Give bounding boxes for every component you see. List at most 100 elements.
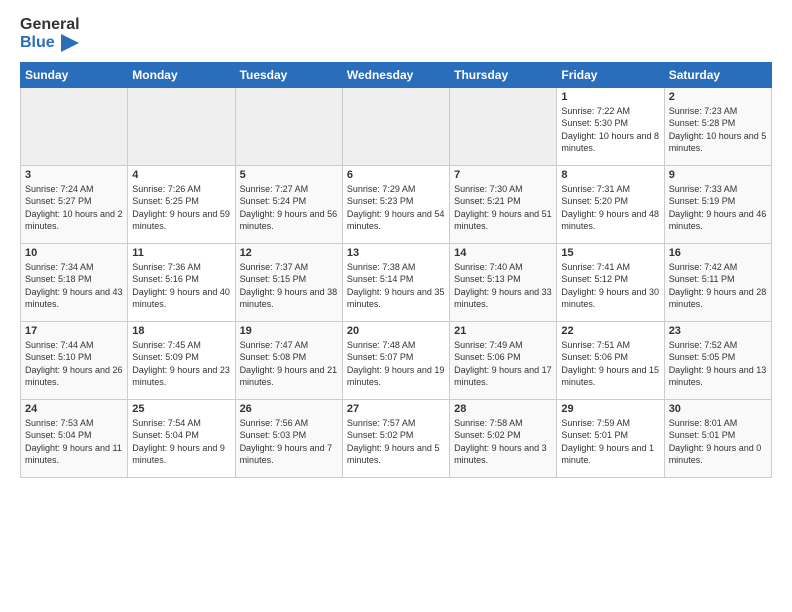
day-number: 19 [240,325,338,337]
logo-container: General Blue [20,16,80,52]
weekday-header-sunday: Sunday [21,62,128,87]
day-info: Sunrise: 8:01 AM Sunset: 5:01 PM Dayligh… [669,417,767,467]
calendar-page: General Blue SundayMondayTuesdayWednesda… [0,0,792,488]
calendar-cell: 20 Sunrise: 7:48 AM Sunset: 5:07 PM Dayli… [342,321,449,399]
day-info: Sunrise: 7:24 AM Sunset: 5:27 PM Dayligh… [25,183,123,233]
weekday-header-tuesday: Tuesday [235,62,342,87]
week-row-3: 10 Sunrise: 7:34 AM Sunset: 5:18 PM Dayli… [21,243,772,321]
calendar-cell: 2 Sunrise: 7:23 AM Sunset: 5:28 PM Daylig… [664,87,771,165]
day-info: Sunrise: 7:48 AM Sunset: 5:07 PM Dayligh… [347,339,445,389]
week-row-2: 3 Sunrise: 7:24 AM Sunset: 5:27 PM Daylig… [21,165,772,243]
header: General Blue [20,16,772,52]
day-number: 14 [454,247,552,259]
calendar-cell: 22 Sunrise: 7:51 AM Sunset: 5:06 PM Dayli… [557,321,664,399]
day-number: 11 [132,247,230,259]
day-number: 9 [669,169,767,181]
day-info: Sunrise: 7:58 AM Sunset: 5:02 PM Dayligh… [454,417,552,467]
day-number: 13 [347,247,445,259]
day-info: Sunrise: 7:26 AM Sunset: 5:25 PM Dayligh… [132,183,230,233]
day-info: Sunrise: 7:45 AM Sunset: 5:09 PM Dayligh… [132,339,230,389]
calendar-cell [342,87,449,165]
week-row-4: 17Sunrise: 7:44 AM Sunset: 5:10 PM Dayli… [21,321,772,399]
calendar-cell: 17Sunrise: 7:44 AM Sunset: 5:10 PM Dayli… [21,321,128,399]
day-number: 25 [132,403,230,415]
calendar-cell: 19 Sunrise: 7:47 AM Sunset: 5:08 PM Dayli… [235,321,342,399]
weekday-header-friday: Friday [557,62,664,87]
calendar-cell [128,87,235,165]
calendar-cell: 23 Sunrise: 7:52 AM Sunset: 5:05 PM Dayli… [664,321,771,399]
calendar-cell: 8Sunrise: 7:31 AM Sunset: 5:20 PM Daylig… [557,165,664,243]
day-info: Sunrise: 7:37 AM Sunset: 5:15 PM Dayligh… [240,261,338,311]
day-number: 21 [454,325,552,337]
calendar-cell: 30Sunrise: 8:01 AM Sunset: 5:01 PM Dayli… [664,399,771,477]
day-info: Sunrise: 7:52 AM Sunset: 5:05 PM Dayligh… [669,339,767,389]
day-number: 27 [347,403,445,415]
day-info: Sunrise: 7:27 AM Sunset: 5:24 PM Dayligh… [240,183,338,233]
day-info: Sunrise: 7:47 AM Sunset: 5:08 PM Dayligh… [240,339,338,389]
day-info: Sunrise: 7:42 AM Sunset: 5:11 PM Dayligh… [669,261,767,311]
day-number: 6 [347,169,445,181]
day-number: 23 [669,325,767,337]
logo-triangle-icon [61,34,79,52]
day-info: Sunrise: 7:31 AM Sunset: 5:20 PM Dayligh… [561,183,659,233]
day-number: 5 [240,169,338,181]
logo: General Blue [20,16,80,52]
calendar-cell: 27Sunrise: 7:57 AM Sunset: 5:02 PM Dayli… [342,399,449,477]
day-number: 4 [132,169,230,181]
calendar-cell: 4 Sunrise: 7:26 AM Sunset: 5:25 PM Daylig… [128,165,235,243]
calendar-cell: 28 Sunrise: 7:58 AM Sunset: 5:02 PM Dayli… [450,399,557,477]
calendar-table: SundayMondayTuesdayWednesdayThursdayFrid… [20,62,772,478]
day-info: Sunrise: 7:36 AM Sunset: 5:16 PM Dayligh… [132,261,230,311]
day-info: Sunrise: 7:29 AM Sunset: 5:23 PM Dayligh… [347,183,445,233]
calendar-cell: 15Sunrise: 7:41 AM Sunset: 5:12 PM Dayli… [557,243,664,321]
weekday-header-monday: Monday [128,62,235,87]
day-info: Sunrise: 7:22 AM Sunset: 5:30 PM Dayligh… [561,105,659,155]
calendar-cell: 10 Sunrise: 7:34 AM Sunset: 5:18 PM Dayli… [21,243,128,321]
calendar-cell: 18 Sunrise: 7:45 AM Sunset: 5:09 PM Dayli… [128,321,235,399]
day-info: Sunrise: 7:41 AM Sunset: 5:12 PM Dayligh… [561,261,659,311]
calendar-cell: 5 Sunrise: 7:27 AM Sunset: 5:24 PM Daylig… [235,165,342,243]
calendar-cell: 25Sunrise: 7:54 AM Sunset: 5:04 PM Dayli… [128,399,235,477]
day-number: 26 [240,403,338,415]
day-info: Sunrise: 7:34 AM Sunset: 5:18 PM Dayligh… [25,261,123,311]
day-info: Sunrise: 7:56 AM Sunset: 5:03 PM Dayligh… [240,417,338,467]
weekday-header-saturday: Saturday [664,62,771,87]
weekday-header-thursday: Thursday [450,62,557,87]
calendar-cell: 26 Sunrise: 7:56 AM Sunset: 5:03 PM Dayli… [235,399,342,477]
day-number: 20 [347,325,445,337]
day-number: 10 [25,247,123,259]
day-info: Sunrise: 7:51 AM Sunset: 5:06 PM Dayligh… [561,339,659,389]
calendar-cell: 24 Sunrise: 7:53 AM Sunset: 5:04 PM Dayli… [21,399,128,477]
day-info: Sunrise: 7:53 AM Sunset: 5:04 PM Dayligh… [25,417,123,467]
calendar-cell: 29Sunrise: 7:59 AM Sunset: 5:01 PM Dayli… [557,399,664,477]
day-info: Sunrise: 7:23 AM Sunset: 5:28 PM Dayligh… [669,105,767,155]
day-number: 12 [240,247,338,259]
day-number: 24 [25,403,123,415]
calendar-cell: 21 Sunrise: 7:49 AM Sunset: 5:06 PM Dayli… [450,321,557,399]
calendar-cell: 9 Sunrise: 7:33 AM Sunset: 5:19 PM Daylig… [664,165,771,243]
logo-blue: Blue [20,34,55,51]
calendar-cell: 14Sunrise: 7:40 AM Sunset: 5:13 PM Dayli… [450,243,557,321]
calendar-cell: 16Sunrise: 7:42 AM Sunset: 5:11 PM Dayli… [664,243,771,321]
week-row-5: 24 Sunrise: 7:53 AM Sunset: 5:04 PM Dayli… [21,399,772,477]
calendar-cell: 7 Sunrise: 7:30 AM Sunset: 5:21 PM Daylig… [450,165,557,243]
calendar-cell: 12 Sunrise: 7:37 AM Sunset: 5:15 PM Dayli… [235,243,342,321]
day-info: Sunrise: 7:30 AM Sunset: 5:21 PM Dayligh… [454,183,552,233]
calendar-cell: 1 Sunrise: 7:22 AM Sunset: 5:30 PM Daylig… [557,87,664,165]
calendar-cell [235,87,342,165]
day-number: 3 [25,169,123,181]
calendar-cell: 3 Sunrise: 7:24 AM Sunset: 5:27 PM Daylig… [21,165,128,243]
weekday-header-row: SundayMondayTuesdayWednesdayThursdayFrid… [21,62,772,87]
calendar-cell [450,87,557,165]
day-info: Sunrise: 7:33 AM Sunset: 5:19 PM Dayligh… [669,183,767,233]
day-number: 7 [454,169,552,181]
logo-general: General [20,16,80,33]
day-info: Sunrise: 7:49 AM Sunset: 5:06 PM Dayligh… [454,339,552,389]
day-number: 28 [454,403,552,415]
weekday-header-wednesday: Wednesday [342,62,449,87]
day-number: 2 [669,91,767,103]
day-number: 1 [561,91,659,103]
day-number: 22 [561,325,659,337]
day-number: 18 [132,325,230,337]
day-number: 29 [561,403,659,415]
